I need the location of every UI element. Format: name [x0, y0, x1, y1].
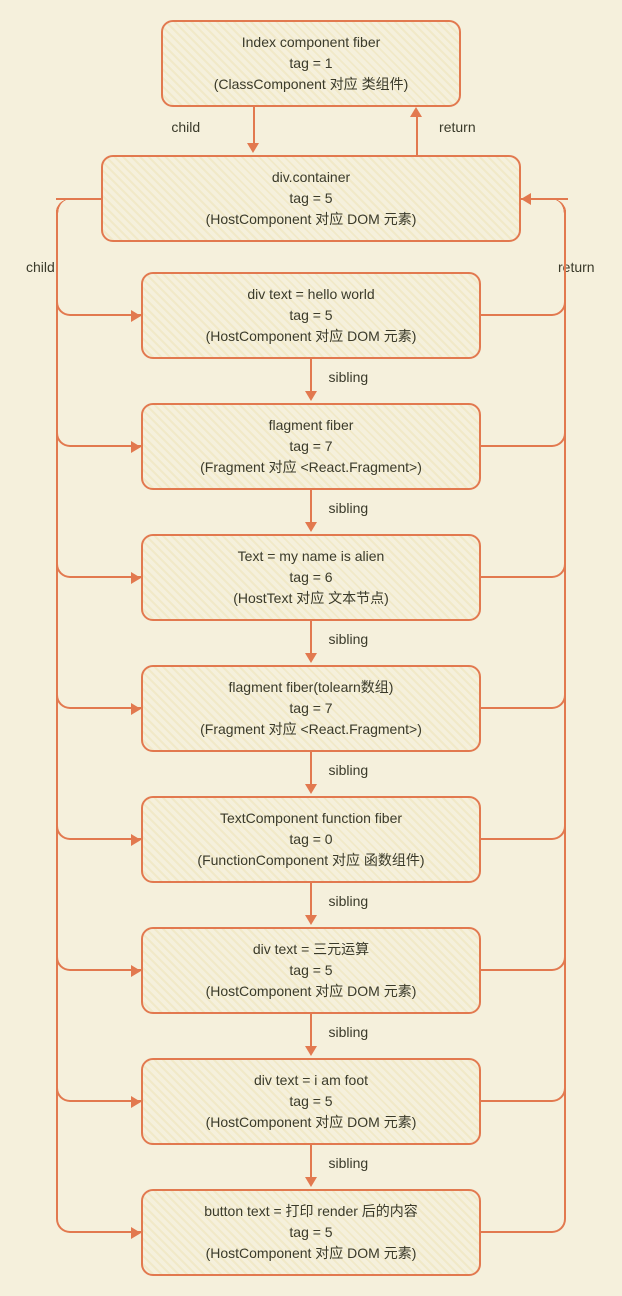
node-text: (HostComponent 对应 DOM 元素) [117, 209, 505, 230]
node-text: tag = 5 [157, 960, 465, 981]
node-text: tag = 0 [157, 829, 465, 850]
edge-label-sibling: sibling [328, 1024, 368, 1040]
node-text: (HostComponent 对应 DOM 元素) [157, 326, 465, 347]
node-child-1: flagment fiber tag = 7 (Fragment 对应 <Rea… [141, 403, 481, 490]
edge-label-sibling: sibling [328, 762, 368, 778]
node-child-7: button text = 打印 render 后的内容 tag = 5 (Ho… [141, 1189, 481, 1276]
edge-label-child: child [26, 259, 55, 275]
node-text: (ClassComponent 对应 类组件) [177, 74, 445, 95]
node-text: (Fragment 对应 <React.Fragment>) [157, 457, 465, 478]
node-text: tag = 5 [157, 305, 465, 326]
edge-label-sibling: sibling [328, 631, 368, 647]
edge-label-return: return [439, 119, 476, 135]
node-text: div text = 三元运算 [157, 939, 465, 960]
node-container: div.container tag = 5 (HostComponent 对应 … [101, 155, 521, 242]
edge-child-loop [56, 199, 141, 1233]
node-text: tag = 7 [157, 698, 465, 719]
fiber-tree-diagram: Index component fiber tag = 1 (ClassComp… [20, 20, 602, 1276]
node-child-3: flagment fiber(tolearn数组) tag = 7 (Fragm… [141, 665, 481, 752]
node-text: tag = 6 [157, 567, 465, 588]
arrow-root-container: child return [20, 107, 602, 155]
node-text: TextComponent function fiber [157, 808, 465, 829]
node-text: tag = 5 [157, 1091, 465, 1112]
edge-label-sibling: sibling [328, 369, 368, 385]
node-text: flagment fiber(tolearn数组) [157, 677, 465, 698]
node-text: tag = 5 [117, 188, 505, 209]
node-text: Text = my name is alien [157, 546, 465, 567]
edge-label-sibling: sibling [328, 893, 368, 909]
node-text: (FunctionComponent 对应 函数组件) [157, 850, 465, 871]
node-text: tag = 5 [157, 1222, 465, 1243]
node-text: (HostComponent 对应 DOM 元素) [157, 1243, 465, 1264]
edge-label-sibling: sibling [328, 1155, 368, 1171]
node-text: div text = i am foot [157, 1070, 465, 1091]
node-child-6: div text = i am foot tag = 5 (HostCompon… [141, 1058, 481, 1145]
edge-return-loop [481, 199, 566, 1233]
node-child-4: TextComponent function fiber tag = 0 (Fu… [141, 796, 481, 883]
node-child-0: div text = hello world tag = 5 (HostComp… [141, 272, 481, 359]
node-text: (Fragment 对应 <React.Fragment>) [157, 719, 465, 740]
node-text: flagment fiber [157, 415, 465, 436]
node-text: (HostText 对应 文本节点) [157, 588, 465, 609]
node-root: Index component fiber tag = 1 (ClassComp… [161, 20, 461, 107]
node-text: button text = 打印 render 后的内容 [157, 1201, 465, 1222]
node-text: tag = 7 [157, 436, 465, 457]
node-text: div.container [117, 167, 505, 188]
node-child-2: Text = my name is alien tag = 6 (HostTex… [141, 534, 481, 621]
node-text: (HostComponent 对应 DOM 元素) [157, 981, 465, 1002]
node-text: tag = 1 [177, 53, 445, 74]
node-text: (HostComponent 对应 DOM 元素) [157, 1112, 465, 1133]
node-child-5: div text = 三元运算 tag = 5 (HostComponent 对… [141, 927, 481, 1014]
node-text: Index component fiber [177, 32, 445, 53]
edge-label-child: child [171, 119, 200, 135]
edge-label-sibling: sibling [328, 500, 368, 516]
node-text: div text = hello world [157, 284, 465, 305]
